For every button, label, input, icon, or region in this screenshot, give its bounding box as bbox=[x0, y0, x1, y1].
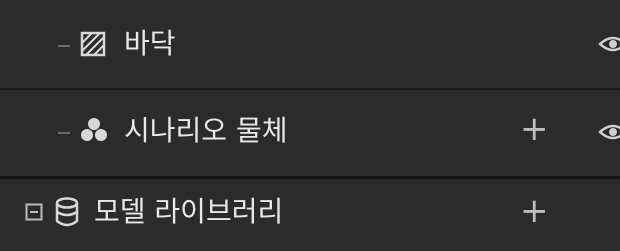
eye-icon[interactable] bbox=[598, 34, 620, 54]
tree-item-scenario-objects[interactable]: 시나리오 물체 + bbox=[0, 90, 620, 176]
tree-item-label: 모델 라이브러리 bbox=[94, 195, 284, 228]
collapse-minus-icon[interactable] bbox=[25, 203, 43, 221]
tree-item-label: 바닥 bbox=[124, 27, 176, 60]
tree-item-model-library[interactable]: 모델 라이브러리 + bbox=[0, 179, 620, 251]
tree-branch-line bbox=[58, 45, 70, 47]
tree-item-floor[interactable]: 바닥 bbox=[0, 0, 620, 88]
tree-branch-line bbox=[58, 132, 70, 134]
database-icon bbox=[55, 197, 79, 227]
scene-tree: 바닥 시나리오 물체 + 모델 라이브러리 + bbox=[0, 0, 620, 251]
eye-icon[interactable] bbox=[598, 122, 620, 142]
objects-cluster-icon bbox=[81, 118, 107, 141]
floor-pattern-icon bbox=[80, 31, 106, 57]
add-button[interactable]: + bbox=[520, 112, 549, 146]
add-button[interactable]: + bbox=[520, 194, 549, 228]
tree-item-label: 시나리오 물체 bbox=[124, 114, 288, 147]
